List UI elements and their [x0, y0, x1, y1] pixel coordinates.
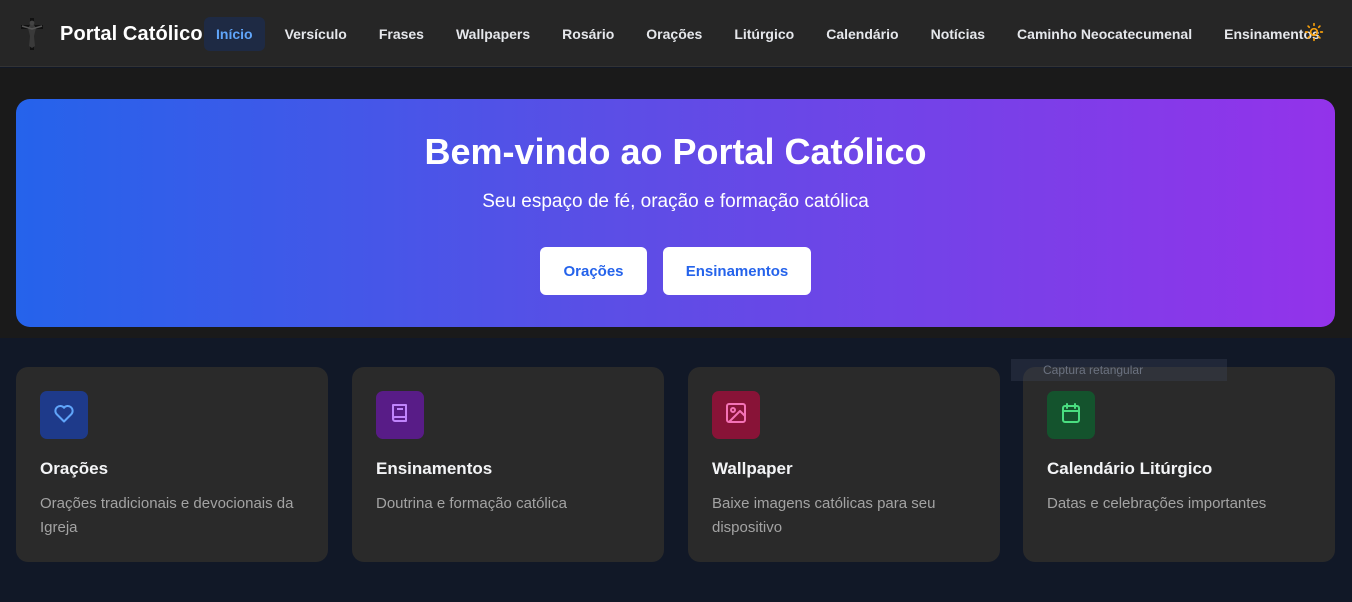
- book-icon: [388, 401, 412, 430]
- card-title: Calendário Litúrgico: [1047, 459, 1213, 478]
- card-icon-box: [712, 391, 760, 439]
- nav-item-inicio[interactable]: Início: [204, 17, 265, 51]
- card-icon-box: [1047, 391, 1095, 439]
- nav-item-versiculo[interactable]: Versículo: [273, 17, 359, 51]
- card-description: Datas e celebrações importantes: [1047, 495, 1267, 512]
- nav-item-noticias[interactable]: Notícias: [919, 17, 997, 51]
- oracoes-button[interactable]: Orações: [540, 247, 647, 295]
- calendar-icon: [1059, 401, 1083, 430]
- nav-item-wallpapers[interactable]: Wallpapers: [444, 17, 542, 51]
- top-navbar: Portal Católico Início Versículo Frases …: [0, 0, 1352, 67]
- card-title: Orações: [40, 459, 109, 478]
- theme-toggle-button[interactable]: [1302, 22, 1326, 46]
- ensinamentos-button[interactable]: Ensinamentos: [663, 247, 811, 295]
- nav-item-calendario[interactable]: Calendário: [814, 17, 910, 51]
- nav-item-rosario[interactable]: Rosário: [550, 17, 626, 51]
- card-title: Ensinamentos: [376, 459, 493, 478]
- nav-item-oracoes[interactable]: Orações: [634, 17, 714, 51]
- card-description: Baixe imagens católicas para seu disposi…: [712, 495, 936, 536]
- nav-links: Início Versículo Frases Wallpapers Rosár…: [204, 17, 1340, 51]
- image-icon: [724, 401, 748, 430]
- card-title: Wallpaper: [712, 459, 793, 478]
- nav-item-liturgico[interactable]: Litúrgico: [722, 17, 806, 51]
- card-oracoes[interactable]: Orações Orações tradicionais e devociona…: [16, 367, 328, 562]
- hero-title: Bem-vindo ao Portal Católico: [424, 131, 927, 172]
- brand[interactable]: Portal Católico: [18, 16, 203, 52]
- nav-item-frases[interactable]: Frases: [367, 17, 436, 51]
- card-icon-box: [40, 391, 88, 439]
- hero-subtitle: Seu espaço de fé, oração e formação cató…: [482, 191, 869, 212]
- crucifix-logo-icon: [18, 16, 46, 52]
- capture-overlay-tooltip: Captura retangular: [1011, 359, 1227, 381]
- card-ensinamentos[interactable]: Ensinamentos Doutrina e formação católic…: [352, 367, 664, 562]
- heart-icon: [52, 401, 76, 430]
- brand-title: Portal Católico: [60, 22, 203, 45]
- sun-icon: [1304, 22, 1324, 47]
- nav-item-caminho-neocatecumenal[interactable]: Caminho Neocatecumenal: [1005, 17, 1204, 51]
- card-description: Doutrina e formação católica: [376, 495, 567, 512]
- card-calendario-liturgico[interactable]: Calendário Litúrgico Datas e celebrações…: [1023, 367, 1335, 562]
- card-icon-box: [376, 391, 424, 439]
- hero-banner: Bem-vindo ao Portal Católico Seu espaço …: [16, 99, 1335, 327]
- card-wallpaper[interactable]: Wallpaper Baixe imagens católicas para s…: [688, 367, 1000, 562]
- card-description: Orações tradicionais e devocionais da Ig…: [40, 495, 294, 536]
